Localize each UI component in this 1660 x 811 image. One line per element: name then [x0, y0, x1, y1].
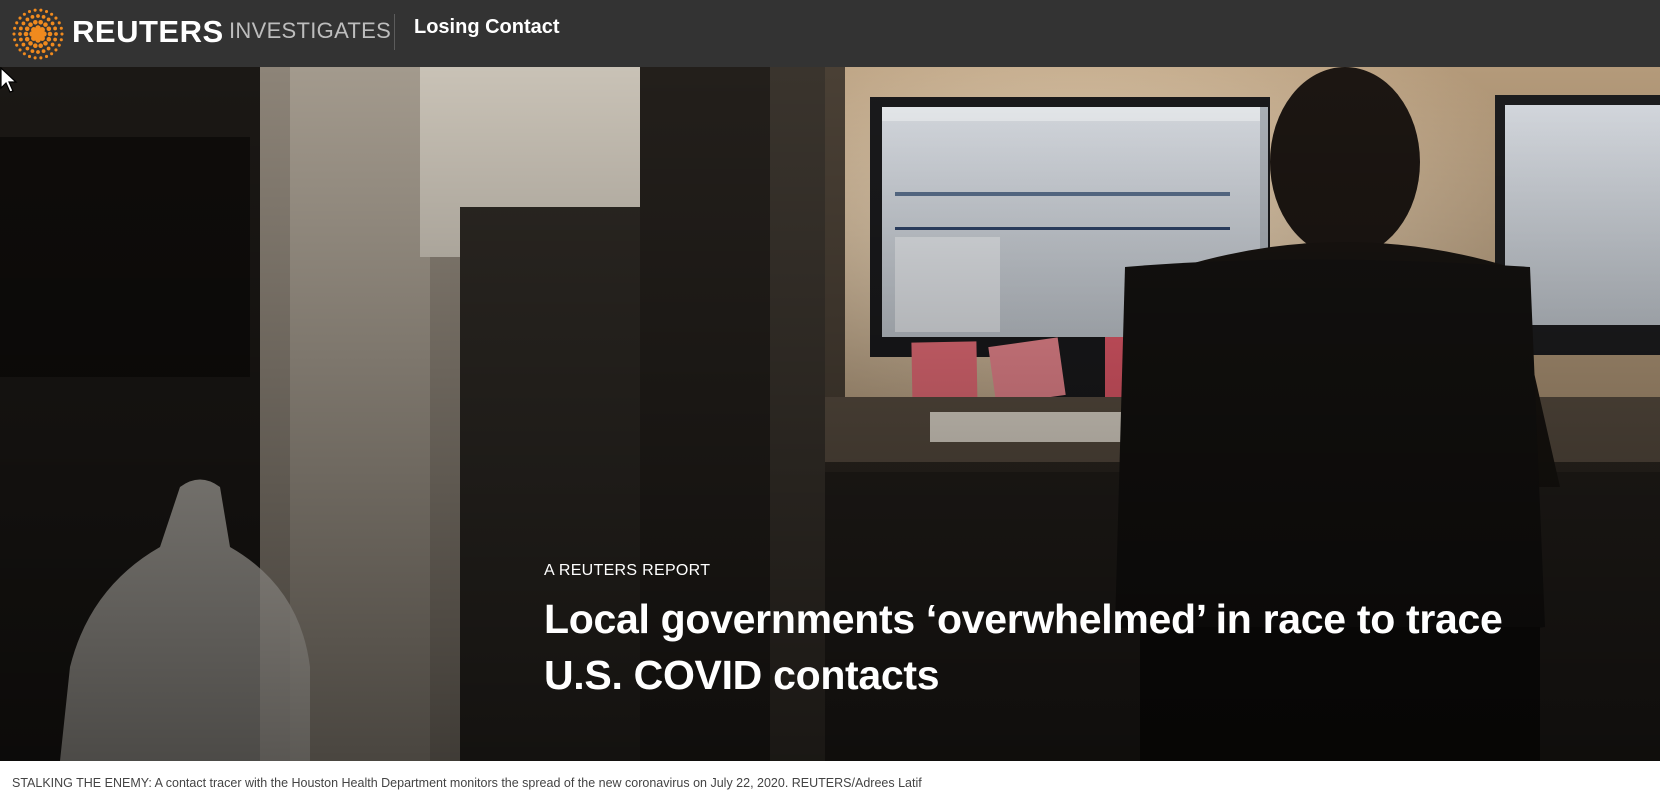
logo-dot [53, 37, 58, 42]
logo-dot [21, 42, 26, 47]
logo-dot [33, 43, 38, 48]
header-divider [394, 14, 395, 50]
logo-dot [25, 17, 30, 22]
logo-dot [47, 31, 53, 37]
logo-dot [54, 32, 58, 36]
logo-dot [21, 21, 26, 26]
logo-dot [50, 21, 55, 26]
logo-dot [24, 36, 30, 42]
reuters-dot-logo-icon [12, 8, 64, 60]
logo-dot [27, 10, 32, 14]
logo-dot [23, 31, 29, 37]
logo-dot [33, 8, 37, 12]
logo-dot [54, 48, 58, 52]
logo-dot [25, 46, 30, 51]
logo-dot [33, 20, 38, 25]
logo-dot [57, 21, 61, 25]
brand-section: INVESTIGATES [229, 18, 392, 43]
mouse-cursor-icon [0, 67, 18, 93]
story-title-link[interactable]: Losing Contact [414, 14, 560, 40]
logo-dot [38, 43, 43, 48]
logo-dot [44, 10, 49, 14]
logo-dot [18, 26, 23, 31]
logo-dot [28, 41, 33, 46]
logo-dot [13, 38, 17, 42]
logo-dot [50, 52, 54, 56]
logo-dot [46, 46, 51, 51]
logo-dot [54, 16, 58, 20]
logo-dot [50, 42, 55, 47]
logo-dot [38, 20, 43, 25]
hero-section: A REUTERS REPORT Local governments ‘over… [0, 67, 1660, 761]
logo-dot [39, 8, 43, 12]
logo-dot [39, 56, 43, 60]
logo-dot [39, 27, 45, 33]
logo-dot [27, 54, 32, 58]
article-kicker: A REUTERS REPORT [544, 562, 711, 579]
logo-dot [18, 32, 22, 36]
logo-dot [46, 17, 51, 22]
logo-dot [12, 32, 16, 36]
logo-dot [18, 48, 22, 52]
logo-dot [15, 21, 19, 25]
logo-dot [41, 49, 46, 54]
logo-dot [28, 22, 33, 27]
photo-caption: STALKING THE ENEMY: A contact tracer wit… [12, 776, 922, 790]
logo-dot [50, 12, 54, 16]
logo-dot [22, 12, 26, 16]
logo-dot [36, 14, 40, 18]
logo-dot [60, 32, 64, 36]
logo-dot [43, 41, 48, 46]
logo-dot [41, 14, 46, 19]
logo-dot [46, 26, 52, 32]
logo-dot [15, 43, 19, 47]
brand-name: REUTERS [72, 14, 224, 49]
logo-dot [18, 37, 23, 42]
logo-dot [30, 14, 35, 19]
logo-dot [57, 43, 61, 47]
logo-dot [13, 26, 17, 30]
logo-dot [53, 26, 58, 31]
logo-dot [44, 54, 49, 58]
logo-dot [30, 49, 35, 54]
logo-dot [59, 38, 63, 42]
logo-dot [46, 36, 52, 42]
logo-dot [24, 26, 30, 32]
logo-dot [22, 52, 26, 56]
article-headline: Local governments ‘overwhelmed’ in race … [544, 596, 1503, 698]
logo-dot [36, 50, 40, 54]
top-navigation-bar: REUTERS INVESTIGATES Losing Contact [0, 0, 1660, 67]
logo-dot [43, 22, 48, 27]
logo-dot [33, 56, 37, 60]
logo-dot [18, 16, 22, 20]
logo-dot [59, 26, 63, 30]
